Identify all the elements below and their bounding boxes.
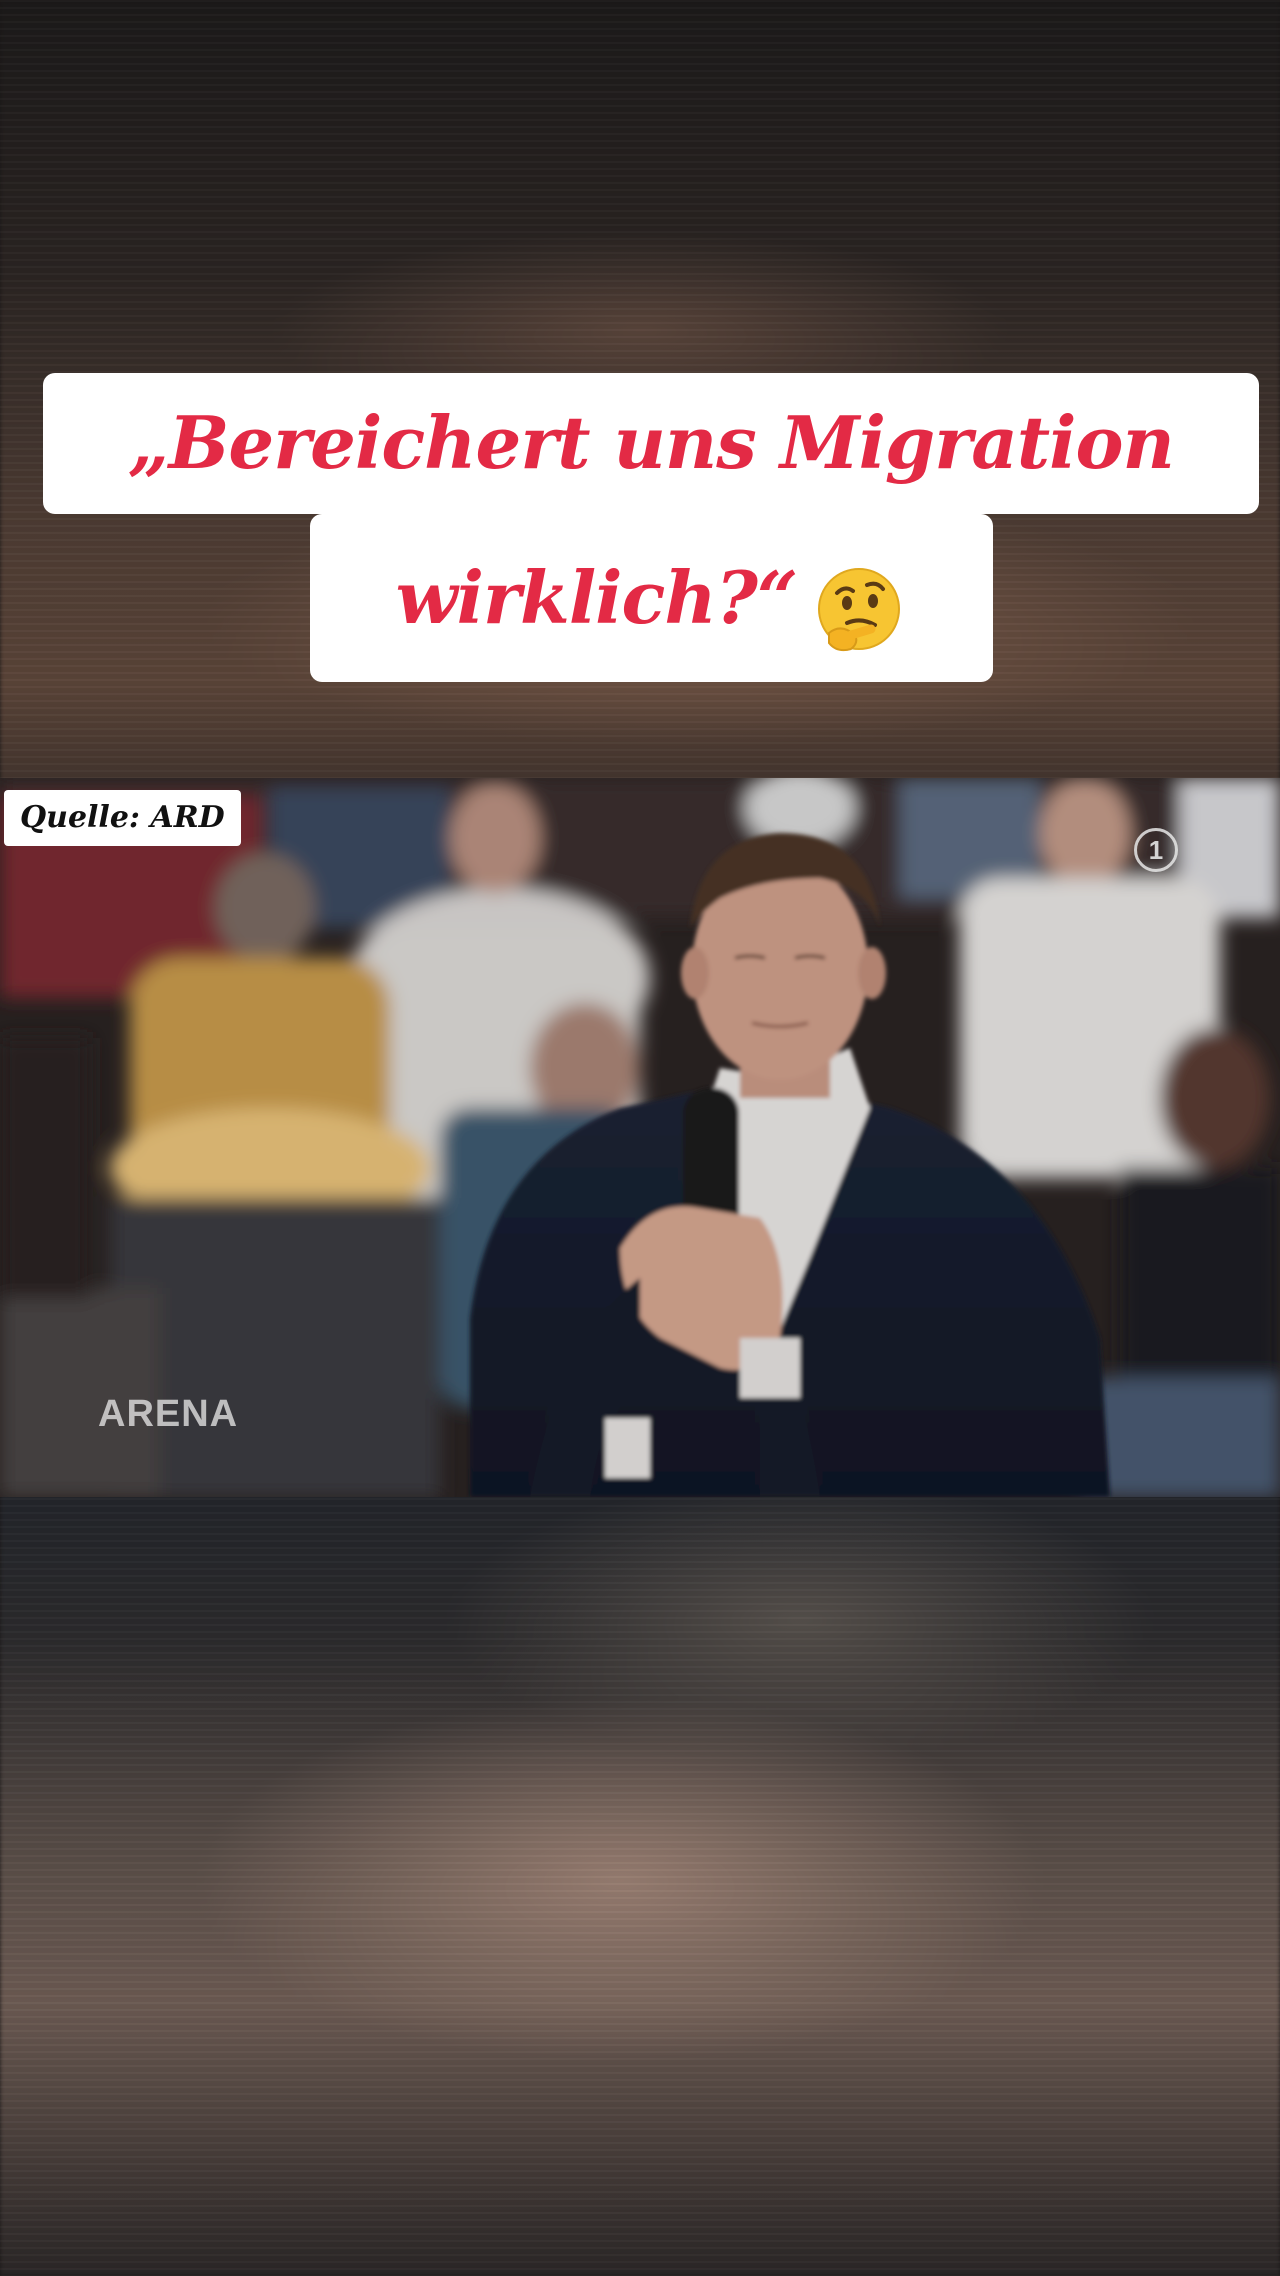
source-label: Quelle: ARD bbox=[4, 790, 241, 846]
headline-line-1-text: „Bereichert uns Migration bbox=[128, 400, 1175, 485]
headline-line-2: wirklich?“ bbox=[310, 514, 993, 682]
video-frame[interactable] bbox=[0, 778, 1280, 1497]
channel-logo-icon: 1 bbox=[1134, 828, 1178, 872]
headline-line-1: „Bereichert uns Migration bbox=[43, 373, 1259, 514]
thinking-face-icon bbox=[811, 550, 907, 652]
video-scene bbox=[0, 778, 1280, 1497]
show-logo: ARENA bbox=[98, 1393, 239, 1435]
headline-line-2-text: wirklich?“ bbox=[395, 555, 799, 640]
